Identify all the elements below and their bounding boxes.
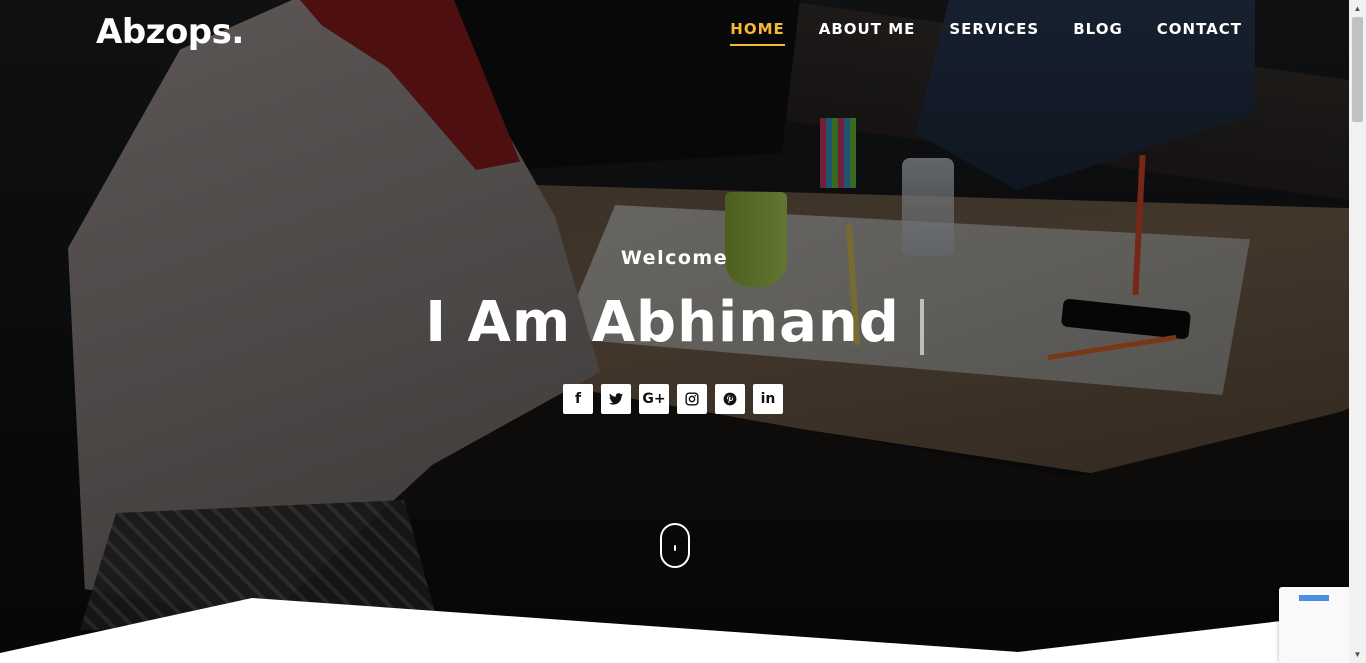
nav-item-home[interactable]: HOME (730, 20, 785, 46)
recaptcha-icon (1299, 595, 1329, 601)
linkedin-icon[interactable]: in (753, 384, 783, 414)
nav-item-about-me[interactable]: ABOUT ME (819, 20, 916, 46)
facebook-icon[interactable]: f (563, 384, 593, 414)
scroll-thumb[interactable] (1352, 17, 1363, 122)
scroll-down-indicator[interactable] (660, 523, 690, 568)
nav-item-services[interactable]: SERVICES (949, 20, 1039, 46)
hero-headline-wrap: I Am Abhinand (0, 290, 1349, 355)
page-scrollbar[interactable]: ▲ ▼ (1349, 0, 1366, 663)
scroll-down-arrow-icon[interactable]: ▼ (1349, 646, 1366, 663)
nav-item-contact[interactable]: CONTACT (1157, 20, 1242, 46)
social-links: f G+ in (563, 384, 783, 414)
hero-section: Abzops. HOME ABOUT ME SERVICES BLOG CONT… (0, 0, 1349, 663)
instagram-icon[interactable] (677, 384, 707, 414)
google-plus-icon[interactable]: G+ (639, 384, 669, 414)
hero-welcome: Welcome (620, 247, 729, 269)
main-nav: HOME ABOUT ME SERVICES BLOG CONTACT (730, 20, 1242, 46)
scroll-wheel (674, 545, 676, 551)
site-logo[interactable]: Abzops. (96, 12, 244, 52)
page-viewport: Abzops. HOME ABOUT ME SERVICES BLOG CONT… (0, 0, 1349, 663)
pinterest-icon[interactable] (715, 384, 745, 414)
hero-bottom-divider (0, 598, 1349, 663)
typing-cursor (919, 298, 924, 355)
scroll-up-arrow-icon[interactable]: ▲ (1349, 0, 1366, 17)
recaptcha-badge[interactable] (1279, 587, 1349, 663)
twitter-icon[interactable] (601, 384, 631, 414)
nav-item-blog[interactable]: BLOG (1073, 20, 1123, 46)
hero-headline: I Am Abhinand (425, 290, 900, 355)
